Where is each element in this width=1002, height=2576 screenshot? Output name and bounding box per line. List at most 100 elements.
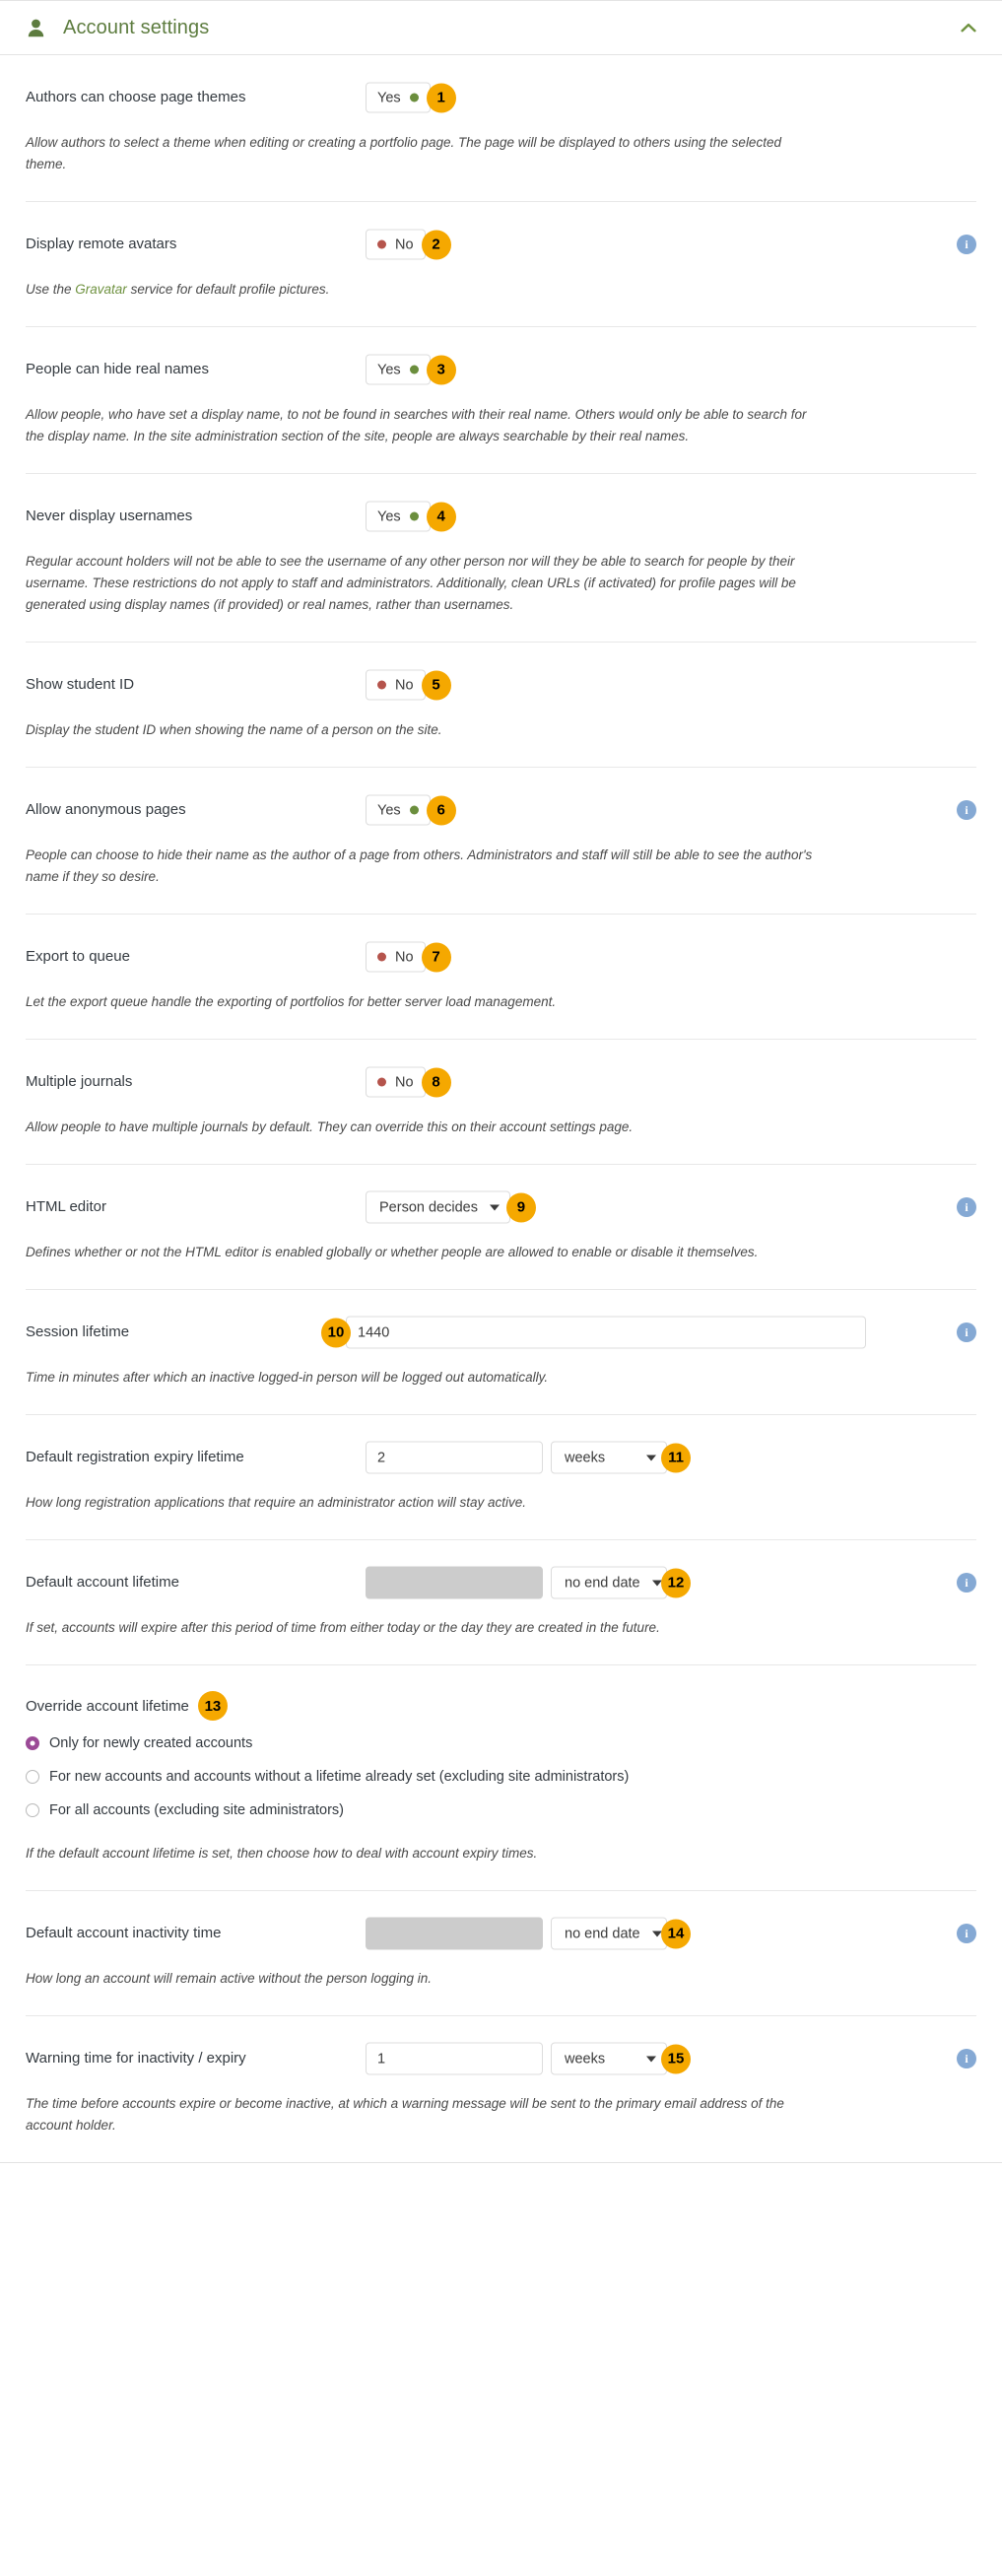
- warning-time-value-input[interactable]: [366, 2043, 543, 2075]
- toggle-people-can-hide-real-names[interactable]: Yes: [366, 355, 431, 385]
- select-value: weeks: [565, 2051, 605, 2067]
- radio-option-all-accounts[interactable]: For all accounts (excluding site adminis…: [26, 1794, 976, 1827]
- radio-indicator-icon: [26, 1803, 39, 1817]
- setting-default-account-lifetime: Default account lifetime no end date 12 …: [26, 1539, 976, 1664]
- setting-display-remote-avatars: Display remote avatars No 2 i Use the Gr…: [26, 201, 976, 326]
- setting-description: How long an account will remain active w…: [26, 1968, 814, 2015]
- status-dot-off-icon: [377, 1078, 386, 1087]
- toggle-label: No: [395, 677, 414, 693]
- select-registration-expiry-unit[interactable]: weeks: [551, 1442, 667, 1474]
- toggle-label: No: [395, 949, 414, 965]
- gravatar-link[interactable]: Gravatar: [75, 282, 127, 297]
- setting-description: Allow people, who have set a display nam…: [26, 404, 814, 473]
- setting-description: Use the Gravatar service for default pro…: [26, 279, 814, 326]
- person-icon: [26, 17, 45, 38]
- panel-header[interactable]: Account settings: [0, 1, 1002, 55]
- control-area: Person decides 9: [366, 1191, 536, 1224]
- chevron-up-icon[interactable]: [957, 16, 980, 39]
- desc-post: service for default profile pictures.: [127, 282, 330, 297]
- step-badge: 13: [198, 1691, 228, 1721]
- step-badge: 12: [661, 1568, 691, 1597]
- step-badge: 3: [427, 355, 456, 384]
- info-icon[interactable]: i: [957, 1197, 976, 1217]
- setting-label: Default registration expiry lifetime: [26, 1448, 244, 1467]
- setting-label: HTML editor: [26, 1197, 106, 1217]
- select-value: Person decides: [379, 1199, 478, 1215]
- setting-label: Multiple journals: [26, 1072, 132, 1092]
- setting-description: Allow people to have multiple journals b…: [26, 1117, 814, 1164]
- step-badge: 7: [422, 942, 451, 972]
- step-badge: 8: [422, 1067, 451, 1097]
- select-value: no end date: [565, 1575, 640, 1591]
- setting-people-can-hide-real-names: People can hide real names Yes 3 Allow p…: [26, 326, 976, 473]
- toggle-never-display-usernames[interactable]: Yes: [366, 502, 431, 532]
- control-area: Yes 6: [366, 795, 456, 826]
- setting-description: People can choose to hide their name as …: [26, 845, 814, 914]
- setting-default-registration-expiry-lifetime: Default registration expiry lifetime wee…: [26, 1414, 976, 1539]
- setting-label: Allow anonymous pages: [26, 800, 186, 820]
- step-badge: 14: [661, 1919, 691, 1948]
- toggle-multiple-journals[interactable]: No: [366, 1067, 426, 1098]
- toggle-label: Yes: [377, 802, 401, 818]
- toggle-label: Yes: [377, 362, 401, 377]
- setting-label: People can hide real names: [26, 360, 209, 379]
- session-lifetime-input[interactable]: [346, 1317, 866, 1349]
- setting-multiple-journals: Multiple journals No 8 Allow people to h…: [26, 1039, 976, 1164]
- select-account-inactivity-unit[interactable]: no end date: [551, 1918, 667, 1950]
- toggle-label: Yes: [377, 508, 401, 524]
- setting-never-display-usernames: Never display usernames Yes 4 Regular ac…: [26, 473, 976, 642]
- step-badge: 4: [427, 502, 456, 531]
- status-dot-off-icon: [377, 240, 386, 249]
- setting-warning-time-for-inactivity-expiry: Warning time for inactivity / expiry wee…: [26, 2015, 976, 2162]
- toggle-authors-can-choose-page-themes[interactable]: Yes: [366, 83, 431, 113]
- override-account-lifetime-heading: Override account lifetime 13: [26, 1691, 976, 1721]
- page-title: Account settings: [63, 17, 957, 39]
- setting-override-account-lifetime: Override account lifetime 13 Only for ne…: [26, 1664, 976, 1890]
- info-icon[interactable]: i: [957, 1924, 976, 1943]
- setting-description: If set, accounts will expire after this …: [26, 1617, 814, 1664]
- setting-description: Regular account holders will not be able…: [26, 551, 814, 642]
- select-value: weeks: [565, 1450, 605, 1465]
- select-html-editor[interactable]: Person decides: [366, 1191, 510, 1224]
- control-area: no end date 12: [366, 1567, 691, 1599]
- setting-label: Authors can choose page themes: [26, 88, 245, 107]
- select-warning-time-unit[interactable]: weeks: [551, 2043, 667, 2075]
- status-dot-on-icon: [410, 806, 419, 815]
- setting-label: Display remote avatars: [26, 235, 176, 254]
- info-icon[interactable]: i: [957, 1322, 976, 1342]
- radio-option-newly-created[interactable]: Only for newly created accounts: [26, 1727, 976, 1760]
- info-icon[interactable]: i: [957, 235, 976, 254]
- registration-expiry-value-input[interactable]: [366, 1442, 543, 1474]
- chevron-down-icon: [490, 1204, 500, 1210]
- setting-export-to-queue: Export to queue No 7 Let the export queu…: [26, 914, 976, 1039]
- radio-label: Only for newly created accounts: [49, 1735, 252, 1751]
- toggle-allow-anonymous-pages[interactable]: Yes: [366, 795, 431, 826]
- info-icon[interactable]: i: [957, 800, 976, 820]
- toggle-display-remote-avatars[interactable]: No: [366, 230, 426, 260]
- info-icon[interactable]: i: [957, 2049, 976, 2068]
- radio-option-new-and-without-lifetime[interactable]: For new accounts and accounts without a …: [26, 1760, 976, 1794]
- control-area: no end date 14: [366, 1918, 691, 1950]
- toggle-label: No: [395, 1074, 414, 1090]
- control-area: No 7: [366, 942, 451, 973]
- toggle-export-to-queue[interactable]: No: [366, 942, 426, 973]
- setting-description: The time before accounts expire or becom…: [26, 2093, 814, 2162]
- setting-description: Time in minutes after which an inactive …: [26, 1367, 814, 1414]
- setting-description: How long registration applications that …: [26, 1492, 814, 1539]
- radio-indicator-icon: [26, 1736, 39, 1750]
- toggle-show-student-id[interactable]: No: [366, 670, 426, 701]
- toggle-label: No: [395, 237, 414, 252]
- select-account-lifetime-unit[interactable]: no end date: [551, 1567, 667, 1599]
- control-area: No 5: [366, 670, 451, 701]
- status-dot-on-icon: [410, 512, 419, 521]
- setting-default-account-inactivity-time: Default account inactivity time no end d…: [26, 1890, 976, 2015]
- info-icon[interactable]: i: [957, 1573, 976, 1593]
- status-dot-on-icon: [410, 94, 419, 102]
- setting-label: Export to queue: [26, 947, 130, 967]
- step-badge: 15: [661, 2044, 691, 2073]
- setting-label: Default account inactivity time: [26, 1924, 221, 1943]
- setting-label: Override account lifetime: [26, 1698, 189, 1715]
- step-badge: 1: [427, 83, 456, 112]
- control-area: No 2: [366, 230, 451, 260]
- control-area: Yes 3: [366, 355, 456, 385]
